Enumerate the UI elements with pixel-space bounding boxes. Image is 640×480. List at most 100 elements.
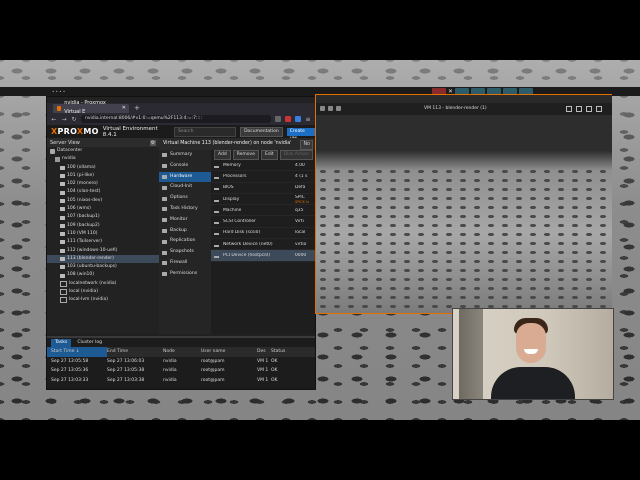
tab-cluster-log[interactable]: Cluster log [73,339,106,347]
reload-icon[interactable]: ↻ [71,116,77,123]
forward-icon[interactable]: → [61,116,67,123]
table-row[interactable]: Sep 27 13:05:36 Sep 27 13:05:38 nvidia root… [47,366,315,376]
menu-item-icon [162,261,167,266]
search-input[interactable]: Search [173,126,237,137]
disk-action-button[interactable]: Disk Action [279,150,313,160]
menu-item-permissions[interactable]: Permissions [159,269,211,280]
keyboard-icon[interactable] [336,106,341,111]
table-cell: Sep 27 13:03:38 [107,377,145,383]
new-tab-icon[interactable]: + [134,104,140,112]
menu-icon[interactable]: ≡ [305,116,311,123]
menu-item-icon [162,185,167,190]
table-cell: VM 1 [257,358,269,364]
add-button[interactable]: Add [214,150,231,160]
hardware-row[interactable]: Network Device (net0) virtio [211,239,315,251]
tree-item[interactable]: Datacenter [47,147,159,155]
tree-item[interactable]: 109 (backup2) [47,222,159,230]
table-row[interactable]: Sep 27 13:05:58 Sep 27 13:06:03 nvidia root… [47,357,315,367]
tree-items: Datacenter nvidia 100 (ollama) 101 (pi-like… [47,147,159,305]
menu-item-firewall[interactable]: Firewall [159,258,211,269]
tree-item[interactable]: nvidia [47,155,159,163]
browser-tab[interactable]: nvidia - Proxmox Virtual E ✕ [53,100,129,115]
tree-item[interactable]: localnetwork (nvidia) [47,280,159,288]
documentation-button[interactable]: Documentation [240,126,283,137]
menu-item-replication[interactable]: Replication [159,236,211,247]
tree-item[interactable]: 106 (wms) [47,205,159,213]
tree-item[interactable]: 110 (VM 110) [47,230,159,238]
tree-item[interactable]: 105 (nixos-dev) [47,197,159,205]
tree-item[interactable]: 108 (win10) [47,271,159,279]
gear-icon[interactable]: ⚙ [150,139,156,146]
vm-icon [60,165,65,170]
fullscreen-icon[interactable] [566,106,572,112]
table-row[interactable]: Sep 27 13:03:33 Sep 27 13:03:38 nvidia root… [47,376,315,386]
hardware-row[interactable]: Display SPIC SPICE is [211,194,315,206]
menu-item-task-history[interactable]: Task History [159,204,211,215]
vm-display[interactable] [316,115,612,313]
back-icon[interactable]: ← [51,116,57,123]
tab-tasks[interactable]: Tasks [51,339,72,347]
tree-item[interactable]: 107 (backup1) [47,213,159,221]
hardware-row[interactable]: BIOS Defa [211,183,315,194]
maximize-icon[interactable] [586,106,592,112]
minimize-icon[interactable] [576,106,582,112]
menu-item-console[interactable]: Console [159,161,211,172]
menu-item-backup[interactable]: Backup [159,226,211,237]
menu-item-label: Summary [170,152,193,157]
column-header[interactable]: User name [201,347,257,357]
tree-item[interactable]: 113 (blender-render) [47,254,159,264]
edit-button[interactable]: Edit [260,150,278,160]
column-header[interactable]: End Time [107,347,163,357]
menu-item-icon [162,174,167,179]
hardware-row[interactable]: Processors 4 (1 s [211,171,315,183]
menu-item-snapshots[interactable]: Snapshots [159,247,211,258]
close-tab-icon[interactable]: ✕ [122,104,126,113]
extension-icon[interactable] [295,116,301,122]
vm-title: Virtual Machine 113 (blender-render) on … [163,141,292,146]
hardware-row[interactable]: SCSI Controller Virti [211,216,315,228]
url-input[interactable]: nvidia.internal:8006/#v1:0:=qemu%2F113:4… [81,115,271,123]
workspace-indicators[interactable]: • • • • [52,87,65,96]
hardware-row[interactable]: Hard Disk (scsi0) local [211,228,315,240]
menu-item-summary[interactable]: Summary [159,150,211,161]
screenshot-icon[interactable] [320,106,325,111]
vm-icon [60,232,65,237]
hardware-row[interactable]: PCI Device (hostpci0) 0000 [211,250,315,262]
bookmark-icon[interactable] [275,116,281,122]
tree-item[interactable]: local (nvidia) [47,288,159,296]
tree-item[interactable]: 102 (monero) [47,180,159,188]
menu-item-cloud-init[interactable]: Cloud-Init [159,182,211,193]
menu-item-monitor[interactable]: Monitor [159,215,211,226]
column-header[interactable]: Status [271,347,315,357]
create-vm-button[interactable]: Create VM [286,127,315,142]
menu-item-options[interactable]: Options [159,193,211,204]
column-header[interactable]: Des [257,347,271,357]
tree-item[interactable]: 112 (windows-10-uefi) [47,247,159,255]
tree-item[interactable]: 111 (Tailserver) [47,238,159,246]
hardware-key: Display [211,197,295,202]
webcam-person-body [491,367,575,399]
tree-item[interactable]: 104 (vlan-test) [47,188,159,196]
tasks-tabs: Tasks Cluster log [47,338,315,347]
remove-button[interactable]: Remove [232,150,259,160]
tree-item[interactable]: 103 (ubuntu-backups) [47,263,159,271]
menu-item-label: Task History [170,205,198,211]
menu-item-label: Snapshots [170,249,194,255]
usb-icon[interactable] [328,106,333,111]
tree-item[interactable]: 100 (ollama) [47,164,159,172]
column-header[interactable]: Start Time ↓ [47,347,107,357]
column-header[interactable]: Node [163,347,201,357]
extension-icon[interactable] [285,116,291,122]
render-scene [316,167,612,313]
tree-item[interactable]: 101 (pi-like) [47,172,159,180]
hardware-row[interactable]: Machine q35 [211,205,315,217]
server-view-header[interactable]: Server View ⚙ [47,138,159,147]
hardware-row[interactable]: Memory 4.00 [211,160,315,172]
vm-icon [60,207,65,212]
tree-item[interactable]: local-lvm (nvidia) [47,296,159,304]
menu-item-hardware[interactable]: Hardware [159,171,211,183]
close-icon[interactable] [596,106,602,112]
table-cell: VM 1 [257,368,269,373]
help-button[interactable]: No [300,140,313,150]
tree-item-label: 105 (nixos-dev) [67,197,103,203]
